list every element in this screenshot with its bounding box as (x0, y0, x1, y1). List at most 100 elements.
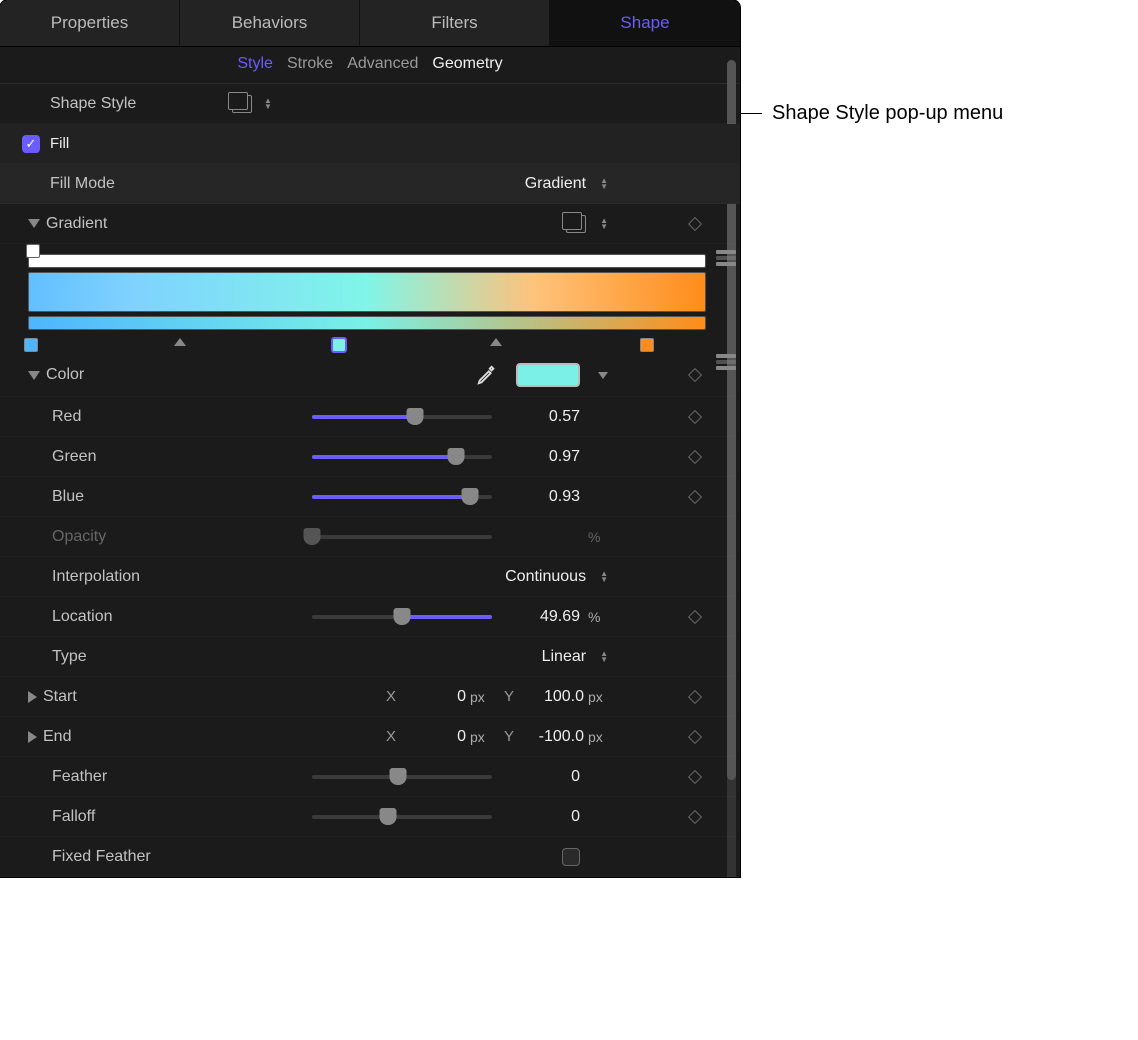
eyedropper-icon[interactable] (476, 364, 498, 386)
y-label: Y (504, 728, 520, 745)
start-label: Start (43, 688, 77, 706)
color-disclosure[interactable] (28, 371, 40, 380)
location-unit: % (588, 609, 608, 625)
midpoint-1[interactable] (174, 338, 186, 346)
row-green: Green 0.97 (0, 437, 740, 477)
opacity-label: Opacity (22, 528, 232, 546)
red-slider[interactable] (312, 415, 492, 419)
start-y[interactable]: 100.0 (524, 688, 584, 706)
end-x[interactable]: 0 (406, 728, 466, 746)
row-falloff: Falloff 0 (0, 797, 740, 837)
px-unit: px (588, 689, 608, 705)
interpolation-value[interactable]: Continuous (505, 568, 586, 586)
row-opacity: Opacity % (0, 517, 740, 557)
end-disclosure[interactable] (28, 731, 37, 743)
row-fill-mode: Fill Mode Gradient ▲▼ (0, 164, 740, 204)
end-label: End (43, 728, 71, 746)
x-label: X (386, 688, 402, 705)
y-label: Y (504, 688, 520, 705)
shape-style-label: Shape Style (22, 95, 232, 113)
opacity-stop-handle[interactable] (26, 244, 40, 258)
falloff-value[interactable]: 0 (520, 808, 580, 826)
location-label: Location (22, 608, 232, 626)
updown-icon[interactable]: ▲▼ (264, 98, 272, 110)
tab-properties[interactable]: Properties (0, 0, 180, 46)
start-x[interactable]: 0 (406, 688, 466, 706)
type-label: Type (22, 648, 232, 666)
end-y[interactable]: -100.0 (524, 728, 584, 746)
updown-icon[interactable]: ▲▼ (600, 571, 608, 583)
blue-slider[interactable] (312, 495, 492, 499)
gradient-disclosure[interactable] (28, 219, 40, 228)
px-unit: px (470, 689, 490, 705)
midpoint-2[interactable] (490, 338, 502, 346)
inspector-panel: Properties Behaviors Filters Shape Style… (0, 0, 740, 877)
chevron-down-icon[interactable] (598, 372, 608, 379)
fixed-feather-checkbox[interactable] (562, 848, 580, 866)
opacity-strip[interactable] (28, 254, 706, 268)
shape-style-popup[interactable] (232, 95, 252, 113)
row-start: Start X 0 px Y 100.0 px (0, 677, 740, 717)
green-slider[interactable] (312, 455, 492, 459)
row-gradient: Gradient ▲▼ (0, 204, 740, 244)
tab-behaviors[interactable]: Behaviors (180, 0, 360, 46)
fill-mode-label: Fill Mode (22, 175, 232, 193)
location-slider[interactable] (312, 615, 492, 619)
color-stop-3[interactable] (640, 338, 654, 352)
row-blue: Blue 0.93 (0, 477, 740, 517)
distribute-opacity-icon[interactable] (716, 250, 736, 268)
color-stop-2[interactable] (332, 338, 346, 352)
color-well[interactable] (516, 363, 580, 387)
subtab-stroke[interactable]: Stroke (287, 55, 333, 73)
inspector-tabs: Properties Behaviors Filters Shape (0, 0, 740, 47)
type-value[interactable]: Linear (526, 648, 586, 666)
green-value[interactable]: 0.97 (520, 448, 580, 466)
fill-checkbox[interactable]: ✓ (22, 135, 40, 153)
falloff-slider[interactable] (312, 815, 492, 819)
updown-icon[interactable]: ▲▼ (600, 651, 608, 663)
location-value[interactable]: 49.69 (520, 608, 580, 626)
x-label: X (386, 728, 402, 745)
row-type: Type Linear ▲▼ (0, 637, 740, 677)
opacity-slider (312, 535, 492, 539)
subtab-style[interactable]: Style (237, 55, 273, 73)
feather-slider[interactable] (312, 775, 492, 779)
gradient-preview (28, 272, 706, 312)
row-shape-style: Shape Style ▲▼ (0, 84, 740, 124)
row-feather: Feather 0 (0, 757, 740, 797)
shape-subtabs: Style Stroke Advanced Geometry (0, 47, 740, 84)
start-disclosure[interactable] (28, 691, 37, 703)
row-interpolation: Interpolation Continuous ▲▼ (0, 557, 740, 597)
color-label: Color (46, 366, 84, 384)
fill-mode-value[interactable]: Gradient (525, 175, 586, 193)
row-red: Red 0.57 (0, 397, 740, 437)
updown-icon[interactable]: ▲▼ (600, 178, 608, 190)
subtab-geometry[interactable]: Geometry (432, 55, 502, 73)
tab-filters[interactable]: Filters (360, 0, 550, 46)
annotation-text: Shape Style pop-up menu (772, 102, 1003, 125)
red-label: Red (22, 408, 232, 426)
gradient-editor[interactable] (0, 244, 740, 354)
subtab-advanced[interactable]: Advanced (347, 55, 418, 73)
falloff-label: Falloff (22, 808, 232, 826)
row-end: End X 0 px Y -100.0 px (0, 717, 740, 757)
updown-icon[interactable]: ▲▼ (600, 218, 608, 230)
gradient-preset-popup[interactable] (566, 215, 586, 233)
blue-value[interactable]: 0.93 (520, 488, 580, 506)
tab-shape[interactable]: Shape (550, 0, 740, 46)
interpolation-label: Interpolation (22, 568, 232, 586)
color-stop-1[interactable] (24, 338, 38, 352)
gradient-label: Gradient (46, 215, 107, 233)
row-color: Color (0, 354, 740, 397)
opacity-unit: % (588, 529, 608, 545)
red-value[interactable]: 0.57 (520, 408, 580, 426)
row-fixed-feather: Fixed Feather (0, 837, 740, 877)
px-unit: px (470, 729, 490, 745)
green-label: Green (22, 448, 232, 466)
row-fill: ✓ Fill (0, 124, 740, 164)
feather-label: Feather (22, 768, 232, 786)
px-unit: px (588, 729, 608, 745)
row-location: Location 49.69 % (0, 597, 740, 637)
color-strip[interactable] (28, 316, 706, 330)
feather-value[interactable]: 0 (520, 768, 580, 786)
